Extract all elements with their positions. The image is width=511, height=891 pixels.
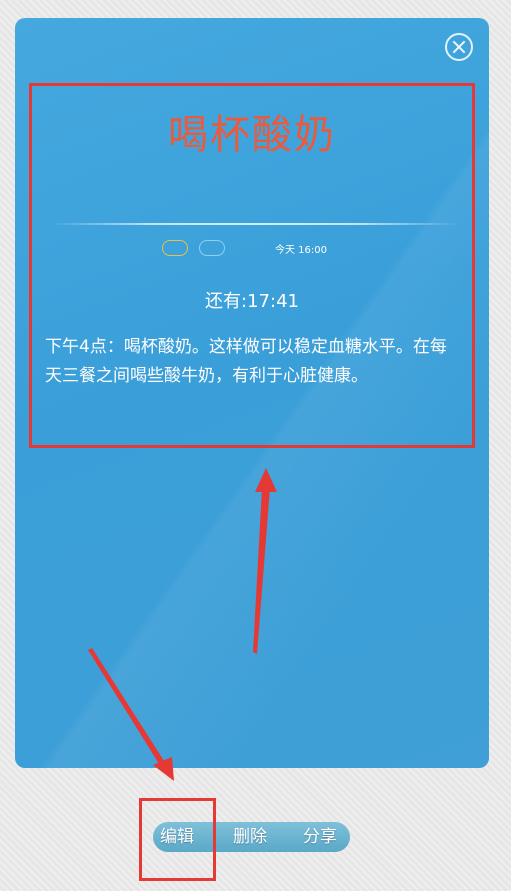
delete-button[interactable]: 删除	[233, 824, 267, 850]
annotation-edit-box	[139, 798, 216, 881]
share-button[interactable]: 分享	[303, 824, 337, 850]
reminder-card: 喝杯酸奶 今天 16:00 还有:17:41 下午4点：喝杯酸奶。这样做可以稳定…	[15, 18, 489, 768]
close-circle-icon[interactable]	[445, 33, 473, 61]
annotation-highlight-box	[29, 83, 475, 448]
